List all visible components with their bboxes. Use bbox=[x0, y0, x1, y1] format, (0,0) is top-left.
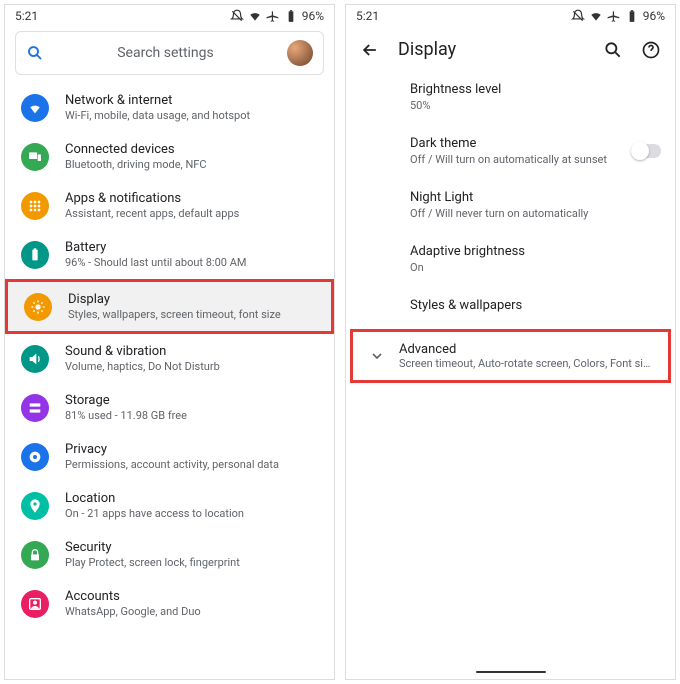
advanced-row[interactable]: Advanced Screen timeout, Auto-rotate scr… bbox=[350, 329, 671, 383]
privacy-icon bbox=[21, 443, 49, 471]
status-bar: 5:21 96% bbox=[346, 5, 675, 25]
row-title: Network & internet bbox=[65, 93, 318, 108]
row-sub: Wi-Fi, mobile, data usage, and hotspot bbox=[65, 109, 318, 122]
settings-row-location[interactable]: LocationOn - 21 apps have access to loca… bbox=[5, 481, 334, 530]
advanced-sub: Screen timeout, Auto-rotate screen, Colo… bbox=[399, 357, 654, 370]
location-icon bbox=[21, 492, 49, 520]
battery-icon bbox=[284, 9, 298, 23]
row-title: Location bbox=[65, 491, 318, 506]
row-title: Privacy bbox=[65, 442, 318, 457]
row-title: Connected devices bbox=[65, 142, 318, 157]
display-item-title: Brightness level bbox=[410, 82, 661, 97]
display-item-sub: Off / Will never turn on automatically bbox=[410, 207, 661, 220]
battery-icon bbox=[21, 241, 49, 269]
avatar[interactable] bbox=[287, 40, 313, 66]
settings-list: Network & internetWi-Fi, mobile, data us… bbox=[5, 83, 334, 679]
row-title: Apps & notifications bbox=[65, 191, 318, 206]
dnd-icon bbox=[571, 9, 585, 23]
chevron-down-icon bbox=[369, 348, 385, 364]
apps-icon bbox=[21, 192, 49, 220]
airplane-icon bbox=[266, 9, 280, 23]
settings-row-devices[interactable]: Connected devicesBluetooth, driving mode… bbox=[5, 132, 334, 181]
battery-pct: 96% bbox=[643, 9, 665, 23]
wifi-icon bbox=[589, 9, 603, 23]
dnd-icon bbox=[230, 9, 244, 23]
accounts-icon bbox=[21, 590, 49, 618]
settings-row-security[interactable]: SecurityPlay Protect, screen lock, finge… bbox=[5, 530, 334, 579]
advanced-title: Advanced bbox=[399, 342, 654, 357]
wifi-icon bbox=[21, 94, 49, 122]
settings-row-accounts[interactable]: AccountsWhatsApp, Google, and Duo bbox=[5, 579, 334, 628]
storage-icon bbox=[21, 394, 49, 422]
airplane-icon bbox=[607, 9, 621, 23]
row-sub: Permissions, account activity, personal … bbox=[65, 458, 318, 471]
display-item-title: Night Light bbox=[410, 190, 661, 205]
row-sub: Styles, wallpapers, screen timeout, font… bbox=[68, 308, 315, 321]
settings-row-sound[interactable]: Sound & vibrationVolume, haptics, Do Not… bbox=[5, 334, 334, 383]
row-title: Security bbox=[65, 540, 318, 555]
display-item-title: Styles & wallpapers bbox=[410, 298, 661, 313]
row-sub: 81% used - 11.98 GB free bbox=[65, 409, 318, 422]
row-sub: Play Protect, screen lock, fingerprint bbox=[65, 556, 318, 569]
page-title: Display bbox=[398, 39, 585, 60]
display-row[interactable]: Night Light Off / Will never turn on auto… bbox=[410, 178, 661, 232]
row-title: Display bbox=[68, 292, 315, 307]
display-row[interactable]: Dark theme Off / Will turn on automatical… bbox=[410, 124, 661, 178]
search-icon[interactable] bbox=[603, 40, 623, 60]
settings-row-display[interactable]: DisplayStyles, wallpapers, screen timeou… bbox=[5, 279, 334, 334]
row-sub: WhatsApp, Google, and Duo bbox=[65, 605, 318, 618]
row-sub: Volume, haptics, Do Not Disturb bbox=[65, 360, 318, 373]
display-screen: 5:21 96% Display Brightness level 50% Dark… bbox=[345, 4, 676, 680]
toggle-switch[interactable] bbox=[631, 144, 661, 158]
status-bar: 5:21 96% bbox=[5, 5, 334, 25]
row-sub: 96% - Should last until about 8:00 AM bbox=[65, 256, 318, 269]
settings-row-storage[interactable]: Storage81% used - 11.98 GB free bbox=[5, 383, 334, 432]
settings-row-battery[interactable]: Battery96% - Should last until about 8:0… bbox=[5, 230, 334, 279]
wifi-icon bbox=[248, 9, 262, 23]
row-sub: On - 21 apps have access to location bbox=[65, 507, 318, 520]
settings-screen: 5:21 96% Search settings Network & inter… bbox=[4, 4, 335, 680]
security-icon bbox=[21, 541, 49, 569]
display-item-sub: Off / Will turn on automatically at suns… bbox=[410, 153, 621, 166]
row-title: Accounts bbox=[65, 589, 318, 604]
battery-pct: 96% bbox=[302, 9, 324, 23]
row-sub: Assistant, recent apps, default apps bbox=[65, 207, 318, 220]
display-header: Display bbox=[346, 25, 675, 70]
settings-row-privacy[interactable]: PrivacyPermissions, account activity, pe… bbox=[5, 432, 334, 481]
display-row[interactable]: Adaptive brightness On bbox=[410, 232, 661, 286]
status-time: 5:21 bbox=[15, 9, 38, 23]
status-time: 5:21 bbox=[356, 9, 379, 23]
settings-row-wifi[interactable]: Network & internetWi-Fi, mobile, data us… bbox=[5, 83, 334, 132]
row-title: Storage bbox=[65, 393, 318, 408]
devices-icon bbox=[21, 143, 49, 171]
battery-icon bbox=[625, 9, 639, 23]
status-right: 96% bbox=[571, 9, 665, 23]
row-title: Sound & vibration bbox=[65, 344, 318, 359]
display-item-sub: 50% bbox=[410, 99, 661, 112]
sound-icon bbox=[21, 345, 49, 373]
nav-handle[interactable] bbox=[476, 671, 546, 673]
display-list: Brightness level 50% Dark theme Off / Will … bbox=[346, 70, 675, 325]
row-sub: Bluetooth, driving mode, NFC bbox=[65, 158, 318, 171]
display-icon bbox=[24, 293, 52, 321]
status-right: 96% bbox=[230, 9, 324, 23]
display-item-title: Adaptive brightness bbox=[410, 244, 661, 259]
help-icon[interactable] bbox=[641, 40, 661, 60]
display-row[interactable]: Brightness level 50% bbox=[410, 70, 661, 124]
search-placeholder: Search settings bbox=[52, 45, 279, 61]
row-title: Battery bbox=[65, 240, 318, 255]
display-row[interactable]: Styles & wallpapers bbox=[410, 286, 661, 325]
search-bar[interactable]: Search settings bbox=[15, 31, 324, 75]
search-icon bbox=[26, 44, 44, 62]
display-item-sub: On bbox=[410, 261, 661, 274]
settings-row-apps[interactable]: Apps & notificationsAssistant, recent ap… bbox=[5, 181, 334, 230]
display-item-title: Dark theme bbox=[410, 136, 621, 151]
back-icon[interactable] bbox=[360, 40, 380, 60]
